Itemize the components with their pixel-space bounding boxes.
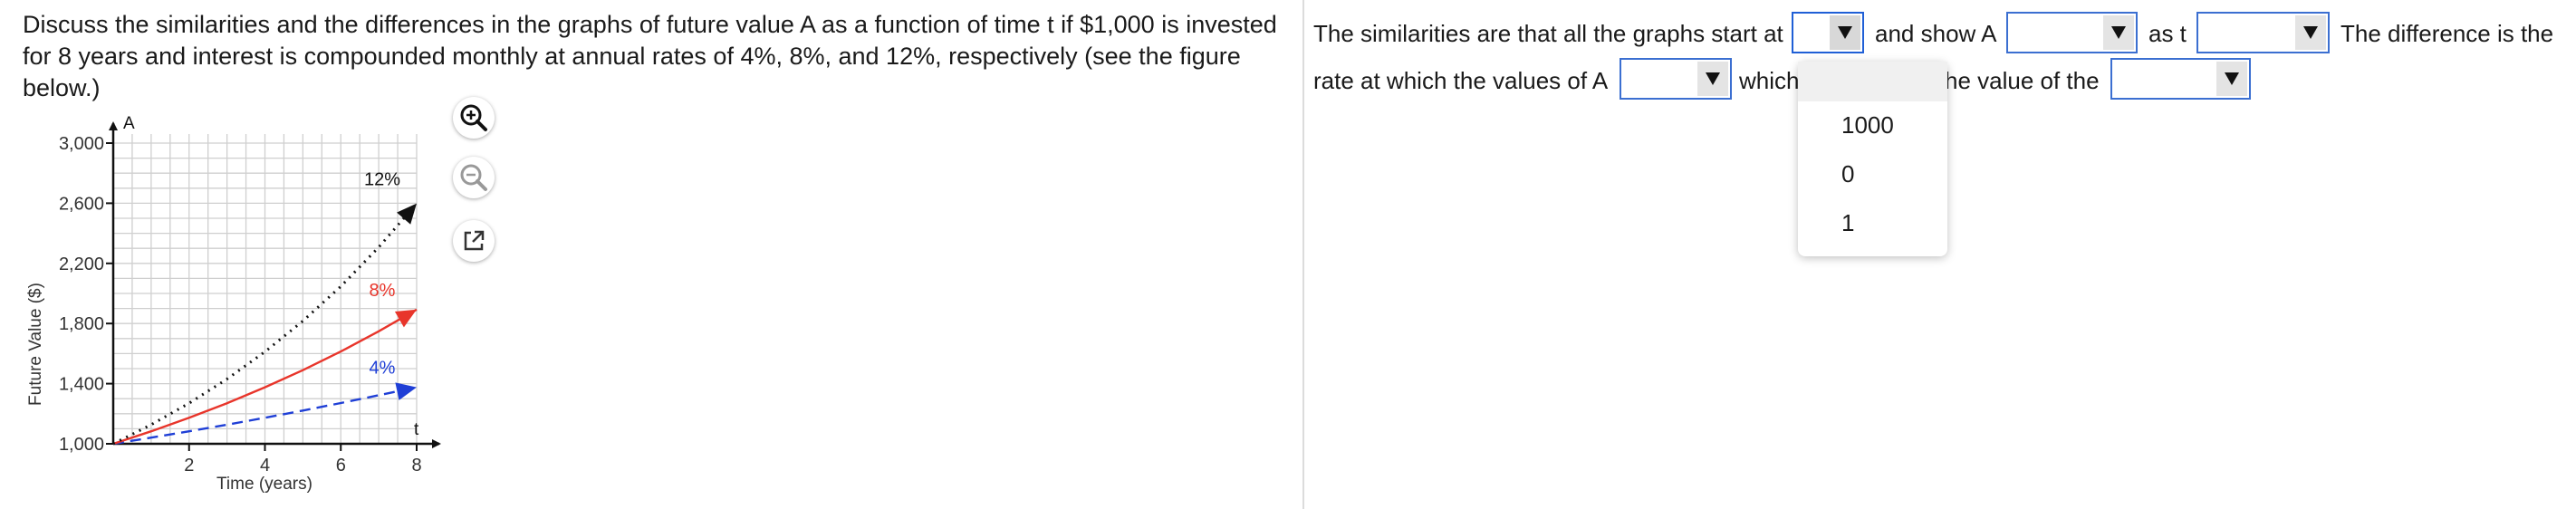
x-axis-label: Time (years) <box>216 475 312 494</box>
dropdown-option[interactable]: 0 <box>1798 150 1947 197</box>
start-value-dropdown[interactable] <box>1792 12 1864 53</box>
chevron-down-icon <box>2295 15 2326 50</box>
series-label: 8% <box>370 281 396 301</box>
x-tick-label: 6 <box>336 456 346 475</box>
answer-text-2: and show A <box>1875 20 1997 47</box>
x-axis-name: t <box>414 420 419 439</box>
y-tick-label: 1,800 <box>59 314 104 334</box>
y-axis-label: Future Value ($) <box>26 283 45 406</box>
y-tick-label: 2,600 <box>59 194 104 214</box>
answer-text-4: The difference is the <box>2341 20 2554 47</box>
y-tick-label: 2,200 <box>59 254 104 274</box>
graph: 1,000 1,400 1,800 2,200 2,600 3,000 2 4 6 8 4% 8% 1… <box>0 100 471 507</box>
series-arrowhead <box>395 382 417 400</box>
dropdown-options-popup: 1000 0 1 <box>1798 62 1947 256</box>
chevron-down-icon <box>1697 62 1728 96</box>
y-tick-label: 3,000 <box>59 134 104 154</box>
future-value-chart: 1,000 1,400 1,800 2,200 2,600 3,000 2 4 6 8 4% 8% 1… <box>26 114 441 494</box>
x-tick-label: 8 <box>411 456 421 475</box>
y-axis-name: A <box>123 114 135 133</box>
value-dropdown[interactable] <box>2110 58 2251 100</box>
chevron-down-icon <box>1830 15 1860 50</box>
pane-divider <box>1302 0 1304 509</box>
series-arrowhead <box>397 203 417 225</box>
dropdown-option-blank[interactable] <box>1798 62 1947 101</box>
dropdown-option[interactable]: 1000 <box>1798 101 1947 149</box>
answer-text-5: rate at which the values of A <box>1313 67 1609 94</box>
answer-text-3: as t <box>2148 20 2187 47</box>
t-behavior-dropdown[interactable] <box>2196 12 2330 53</box>
answer-text-6: which <box>1739 67 1800 94</box>
external-link-icon <box>464 230 485 251</box>
zoom-out-icon <box>460 164 487 191</box>
x-tick-label: 2 <box>184 456 194 475</box>
answer-text-1: The similarities are that all the graphs… <box>1313 20 1783 47</box>
zoom-in-icon <box>460 104 487 131</box>
rate-dropdown[interactable] <box>1620 58 1732 100</box>
question-text: Discuss the similarities and the differe… <box>23 11 1277 101</box>
zoom-in-button[interactable] <box>453 97 495 139</box>
trend-dropdown[interactable] <box>2006 12 2138 53</box>
x-tick-label: 4 <box>260 456 270 475</box>
pop-out-button[interactable] <box>453 220 495 262</box>
series-label: 12% <box>364 170 400 190</box>
chevron-down-icon <box>2103 15 2134 50</box>
y-tick-label: 1,400 <box>59 375 104 395</box>
series-label: 4% <box>370 359 396 379</box>
y-tick-label: 1,000 <box>59 435 104 455</box>
zoom-out-button[interactable] <box>453 157 495 198</box>
dropdown-option[interactable]: 1 <box>1798 199 1947 246</box>
chevron-down-icon <box>2216 62 2247 96</box>
answer-text-7: he value of the <box>1945 67 2100 94</box>
